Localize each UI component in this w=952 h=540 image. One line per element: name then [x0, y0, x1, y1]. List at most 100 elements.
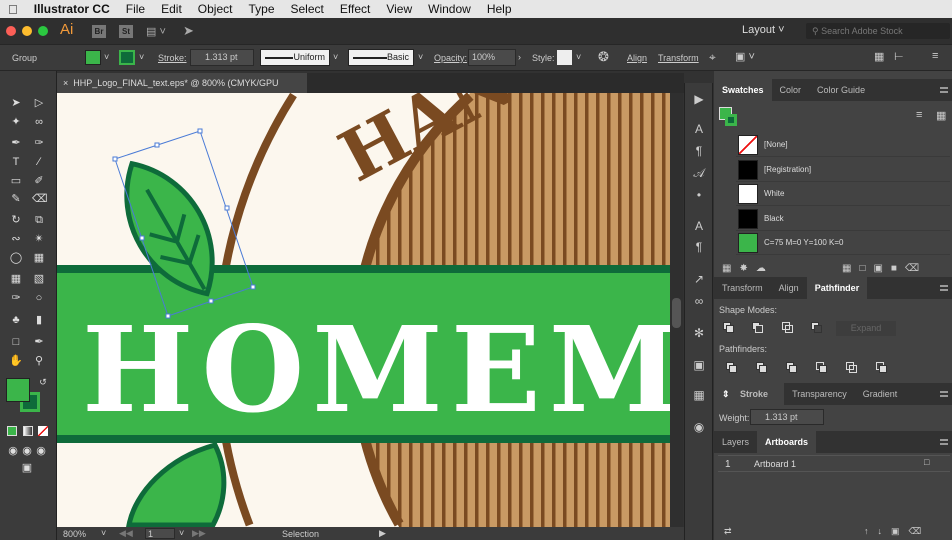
tab-align[interactable]: Align: [771, 277, 807, 299]
control-menu-icon[interactable]: ≡: [932, 50, 938, 62]
artboard-tool-icon[interactable]: □: [9, 336, 23, 348]
swatch-footer-icons[interactable]: ▦✸☁: [722, 263, 774, 274]
tab-gradient[interactable]: Gradient: [855, 383, 906, 405]
artboard-canvas[interactable]: HAN HOMEM: [57, 93, 670, 527]
menu-help[interactable]: Help: [479, 2, 520, 16]
swatch-white[interactable]: White: [736, 182, 950, 206]
swatch-stroke-indicator[interactable]: [725, 114, 737, 126]
rearrange-artboards-icon[interactable]: ⇄: [724, 526, 732, 537]
menu-file[interactable]: File: [118, 2, 153, 16]
panel-menu-icon[interactable]: [940, 87, 948, 93]
gradient-mode-icon[interactable]: [23, 426, 33, 436]
curvature-tool-icon[interactable]: ✑: [32, 137, 46, 149]
crop-icon[interactable]: [816, 362, 828, 374]
perspective-grid-tool-icon[interactable]: ▦: [32, 252, 46, 264]
zoom-tool-icon[interactable]: ⚲: [32, 355, 46, 367]
width-tool-icon[interactable]: ∾: [9, 233, 23, 245]
menu-select[interactable]: Select: [283, 2, 332, 16]
artboard-number-input[interactable]: 1: [145, 528, 175, 539]
divide-icon[interactable]: [726, 362, 738, 374]
fill-dropdown-icon[interactable]: ˅: [104, 52, 109, 62]
tab-artboards[interactable]: Artboards: [757, 431, 817, 453]
selection-tool-icon[interactable]: ➤: [9, 97, 23, 109]
minimize-window-button[interactable]: [22, 26, 32, 36]
menu-app[interactable]: Illustrator CC: [26, 2, 118, 16]
pen-tool-icon[interactable]: ✒: [9, 137, 23, 149]
opacity-arrow-icon[interactable]: ›: [518, 52, 521, 62]
symbol-sprayer-tool-icon[interactable]: ♣: [9, 314, 23, 326]
weight-input[interactable]: 1.313 pt: [750, 409, 824, 425]
isolate-group-icon[interactable]: ⌖: [709, 50, 716, 65]
blend-tool-icon[interactable]: ○: [32, 292, 46, 304]
bridge-button[interactable]: Br: [92, 25, 106, 38]
tab-color-guide[interactable]: Color Guide: [809, 79, 873, 101]
stroke-dropdown-icon[interactable]: ˅: [139, 52, 144, 62]
workspace-switcher[interactable]: Layout ˅: [742, 24, 785, 36]
recolor-artwork-icon[interactable]: ❂: [598, 49, 609, 65]
arrange-documents-icon[interactable]: ▤ ˅: [146, 25, 166, 38]
gradient-tool-icon[interactable]: ▧: [32, 273, 46, 285]
zoom-dropdown-icon[interactable]: ˅: [101, 528, 106, 538]
line-tool-icon[interactable]: ∕: [32, 156, 46, 168]
magic-wand-tool-icon[interactable]: ✦: [9, 116, 23, 128]
align-link[interactable]: Align: [627, 53, 647, 63]
merge-icon[interactable]: [786, 362, 798, 374]
graphic-style-swatch[interactable]: [557, 50, 572, 65]
artboard-actions-icons[interactable]: ↑↓▣⌫: [864, 526, 930, 537]
draw-normal-icon[interactable]: ◉: [6, 445, 20, 457]
type-tool-icon[interactable]: T: [9, 156, 23, 168]
rotate-tool-icon[interactable]: ↻: [9, 214, 23, 226]
eraser-tool-icon[interactable]: ⌫: [32, 193, 48, 205]
eyedropper-tool-icon[interactable]: ✑: [9, 292, 23, 304]
close-tab-icon[interactable]: ×: [63, 78, 68, 88]
outline-icon[interactable]: [846, 362, 858, 374]
libraries-icon[interactable]: ◉: [692, 421, 706, 433]
menu-edit[interactable]: Edit: [153, 2, 190, 16]
none-mode-icon[interactable]: [38, 426, 48, 436]
artboard-nav-next-icon[interactable]: ▶▶: [192, 528, 206, 539]
status-menu-icon[interactable]: ▶: [379, 528, 386, 539]
puppet-warp-tool-icon[interactable]: ✴: [32, 233, 46, 245]
symbols-icon[interactable]: ✻: [692, 327, 706, 339]
trim-icon[interactable]: [756, 362, 768, 374]
tab-stroke[interactable]: ⇕ Stroke: [714, 383, 785, 405]
shaper-tool-icon[interactable]: ✎: [9, 193, 23, 205]
shape-builder-tool-icon[interactable]: ◯: [9, 252, 23, 264]
zoom-window-button[interactable]: [38, 26, 48, 36]
menu-effect[interactable]: Effect: [332, 2, 378, 16]
opacity-label[interactable]: Opacity:: [434, 53, 467, 63]
mesh-tool-icon[interactable]: ▦: [9, 273, 23, 285]
tab-pathfinder[interactable]: Pathfinder: [806, 277, 868, 299]
tab-transparency[interactable]: Transparency: [784, 383, 855, 405]
transform-link[interactable]: Transform: [658, 53, 699, 63]
opacity-input[interactable]: 100%: [468, 49, 516, 66]
paintbrush-tool-icon[interactable]: ✐: [32, 175, 46, 187]
character-styles-icon[interactable]: A: [692, 220, 706, 232]
artboard-row[interactable]: 1 Artboard 1 □: [718, 455, 950, 472]
export-icon[interactable]: ↗: [692, 273, 706, 285]
apple-icon[interactable]: : [0, 2, 26, 17]
swatch-actions-icons[interactable]: ▦□▣■⌫: [842, 263, 927, 274]
select-similar-icon[interactable]: ▣ ˅: [735, 50, 755, 63]
swatch-none[interactable]: [None]: [736, 133, 950, 157]
tab-swatches[interactable]: Swatches: [714, 79, 772, 101]
list-view-icon[interactable]: ≡: [916, 109, 922, 121]
style-dropdown-icon[interactable]: ˅: [576, 52, 581, 62]
fill-swatch[interactable]: [85, 50, 101, 65]
tab-transform[interactable]: Transform: [714, 277, 771, 299]
paragraph-styles-icon[interactable]: ¶: [692, 241, 706, 253]
gpu-performance-icon[interactable]: ➤: [183, 23, 194, 39]
tab-layers[interactable]: Layers: [714, 431, 757, 453]
paragraph-icon[interactable]: ¶: [692, 145, 706, 157]
zoom-level[interactable]: 800%: [63, 529, 86, 539]
stroke-label[interactable]: Stroke:: [158, 53, 187, 63]
screen-mode-icon[interactable]: ▣: [20, 462, 34, 474]
scroll-thumb[interactable]: [672, 298, 681, 328]
glyphs-icon[interactable]: •: [692, 189, 706, 201]
menu-type[interactable]: Type: [240, 2, 282, 16]
swatch-black[interactable]: Black: [736, 207, 950, 231]
intersect-icon[interactable]: [782, 322, 794, 334]
tab-color[interactable]: Color: [772, 79, 810, 101]
grid-view-icon[interactable]: ▦: [936, 109, 946, 122]
panel-menu-icon[interactable]: [940, 285, 948, 291]
